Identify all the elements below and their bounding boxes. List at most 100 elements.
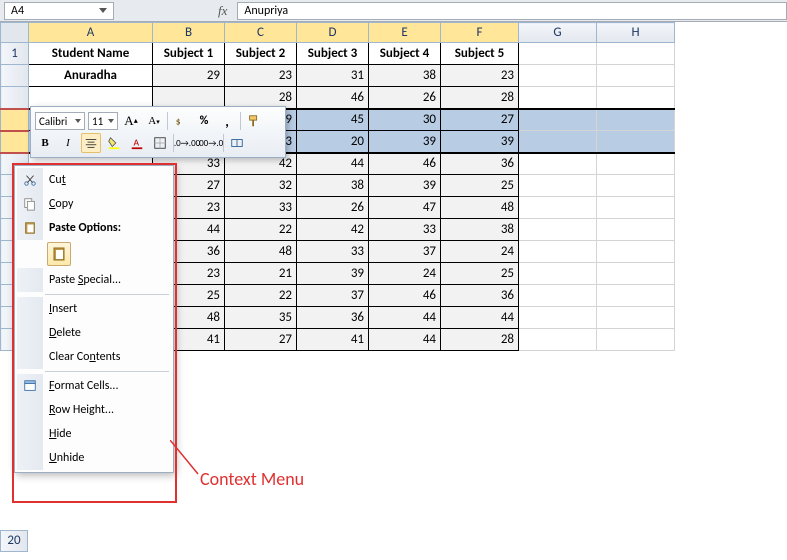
cell[interactable] <box>519 153 597 175</box>
cm-format-cells[interactable]: Format Cells... <box>17 374 171 398</box>
fx-label[interactable]: fx <box>218 3 227 19</box>
cell[interactable]: 25 <box>441 175 519 197</box>
cell[interactable]: 48 <box>225 241 297 263</box>
col-header-A[interactable]: A <box>29 23 153 43</box>
cell[interactable] <box>519 285 597 307</box>
cell[interactable]: 38 <box>297 175 369 197</box>
cell[interactable] <box>597 43 675 65</box>
cell[interactable]: 20 <box>297 131 369 153</box>
cell[interactable] <box>597 285 675 307</box>
cell[interactable] <box>519 241 597 263</box>
row-header-20[interactable]: 20 <box>0 530 28 552</box>
select-all-corner[interactable] <box>1 23 29 43</box>
cm-hide[interactable]: Hide <box>17 422 171 446</box>
cell[interactable]: 39 <box>441 131 519 153</box>
cell[interactable]: Subject 2 <box>225 43 297 65</box>
cell[interactable]: 44 <box>369 307 441 329</box>
cell[interactable]: 26 <box>297 197 369 219</box>
increase-decimal-button[interactable]: .0→.00 <box>177 133 197 153</box>
row-header[interactable] <box>1 87 29 109</box>
cell[interactable]: 21 <box>225 263 297 285</box>
cell[interactable]: 25 <box>441 263 519 285</box>
cell[interactable]: 46 <box>369 153 441 175</box>
cell[interactable] <box>597 307 675 329</box>
col-header-H[interactable]: H <box>597 23 675 43</box>
cell[interactable]: 22 <box>225 285 297 307</box>
cell[interactable] <box>519 131 597 153</box>
cell[interactable]: Subject 3 <box>297 43 369 65</box>
cell[interactable]: 35 <box>225 307 297 329</box>
cell[interactable]: 24 <box>441 241 519 263</box>
cell[interactable] <box>597 241 675 263</box>
cell[interactable] <box>519 43 597 65</box>
cm-insert[interactable]: Insert <box>17 297 171 321</box>
cell[interactable] <box>519 219 597 241</box>
font-size-selector[interactable]: 11 <box>88 112 118 130</box>
shrink-font-button[interactable]: A▾ <box>144 111 164 131</box>
row-header[interactable]: 1 <box>1 43 29 65</box>
comma-format-button[interactable]: , <box>217 111 237 131</box>
cell[interactable] <box>597 329 675 351</box>
cell[interactable]: 23 <box>441 65 519 87</box>
cell[interactable]: 42 <box>297 219 369 241</box>
col-header-E[interactable]: E <box>369 23 441 43</box>
cell[interactable]: 31 <box>297 65 369 87</box>
cell[interactable] <box>597 219 675 241</box>
row-header[interactable] <box>1 65 29 87</box>
cell[interactable]: 36 <box>441 285 519 307</box>
font-color-button[interactable]: A <box>127 133 147 153</box>
cell[interactable]: 39 <box>297 263 369 285</box>
cell[interactable]: 24 <box>369 263 441 285</box>
font-selector[interactable]: Calibri <box>35 112 85 130</box>
col-header-C[interactable]: C <box>225 23 297 43</box>
cell[interactable]: 44 <box>297 153 369 175</box>
merge-button[interactable] <box>227 133 247 153</box>
percent-format-button[interactable]: % <box>194 111 214 131</box>
accounting-format-button[interactable]: $ <box>171 111 191 131</box>
cell[interactable]: 44 <box>441 307 519 329</box>
cell[interactable] <box>597 131 675 153</box>
cm-unhide[interactable]: Unhide <box>17 446 171 470</box>
cell[interactable] <box>597 197 675 219</box>
cell[interactable]: Subject 1 <box>153 43 225 65</box>
cell[interactable]: 23 <box>225 65 297 87</box>
cell[interactable] <box>519 109 597 131</box>
format-painter-button[interactable] <box>244 111 264 131</box>
cell[interactable]: 45 <box>297 109 369 131</box>
cell[interactable]: 28 <box>441 329 519 351</box>
cm-clear-contents[interactable]: Clear Contents <box>17 345 171 369</box>
cell[interactable] <box>597 153 675 175</box>
cell[interactable]: 48 <box>441 197 519 219</box>
cell[interactable]: 22 <box>225 219 297 241</box>
col-header-G[interactable]: G <box>519 23 597 43</box>
name-box-dropdown-icon[interactable] <box>99 8 107 13</box>
col-header-F[interactable]: F <box>441 23 519 43</box>
cell[interactable]: 26 <box>369 87 441 109</box>
cell[interactable]: 27 <box>225 329 297 351</box>
cell[interactable] <box>597 175 675 197</box>
cell[interactable] <box>597 87 675 109</box>
cell[interactable]: 39 <box>369 131 441 153</box>
bold-button[interactable]: B <box>35 133 55 153</box>
cell[interactable]: 36 <box>441 153 519 175</box>
cell[interactable]: 39 <box>369 175 441 197</box>
cell[interactable] <box>519 329 597 351</box>
cm-delete[interactable]: Delete <box>17 321 171 345</box>
cell[interactable]: 29 <box>153 65 225 87</box>
italic-button[interactable]: I <box>58 133 78 153</box>
cell[interactable]: 38 <box>441 219 519 241</box>
col-header-B[interactable]: B <box>153 23 225 43</box>
cell[interactable]: 28 <box>441 87 519 109</box>
cell[interactable]: 41 <box>297 329 369 351</box>
cell[interactable]: 37 <box>369 241 441 263</box>
center-align-button[interactable] <box>81 133 101 153</box>
name-box[interactable]: A4 <box>4 2 114 20</box>
cell[interactable] <box>597 263 675 285</box>
cell[interactable]: 38 <box>369 65 441 87</box>
cell[interactable] <box>597 65 675 87</box>
cell[interactable]: 46 <box>369 285 441 307</box>
cell[interactable] <box>597 109 675 131</box>
cell[interactable]: Anuradha <box>29 65 153 87</box>
decrease-decimal-button[interactable]: .00→.0 <box>200 133 220 153</box>
cell[interactable]: Subject 5 <box>441 43 519 65</box>
